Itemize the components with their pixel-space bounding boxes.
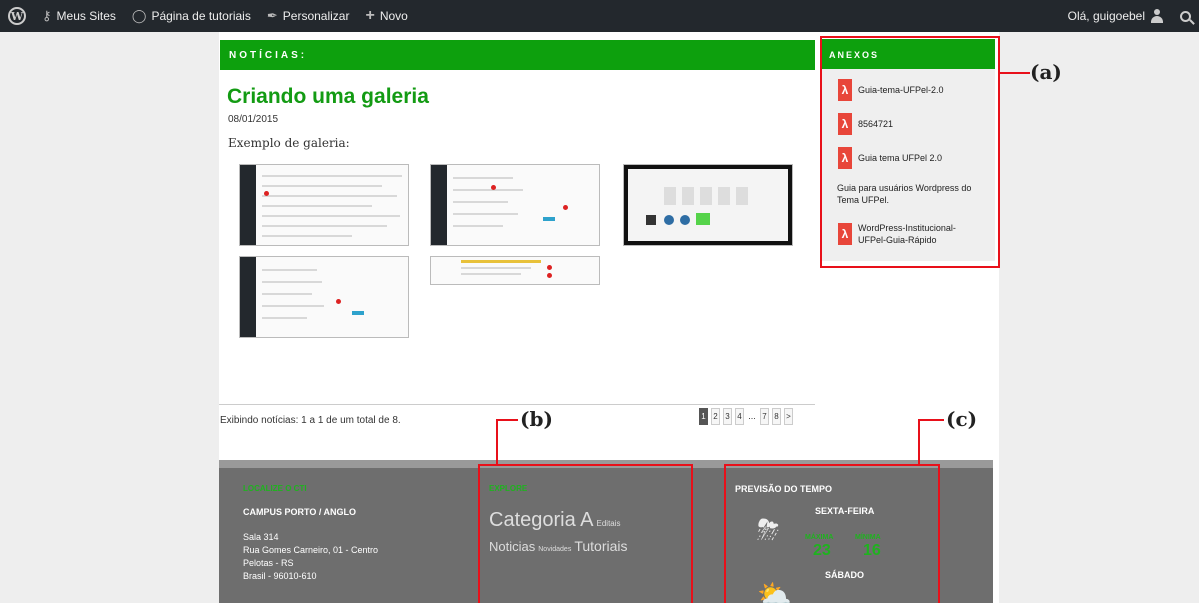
- key-icon: ⚷: [42, 8, 52, 23]
- page-button[interactable]: 4: [735, 408, 744, 425]
- page-button[interactable]: 7: [760, 408, 769, 425]
- pagination: 1 2 3 4 ... 7 8 >: [699, 408, 793, 425]
- annotation-leader-c: [918, 419, 944, 421]
- news-section-header: NOTÍCIAS:: [220, 40, 815, 70]
- pagination-info: Exibindo notícias: 1 a 1 de um total de …: [220, 415, 401, 426]
- page-button[interactable]: 3: [723, 408, 732, 425]
- avatar-icon: [1150, 9, 1164, 23]
- wordpress-menu[interactable]: W: [0, 0, 34, 32]
- dashboard-icon: ◯: [131, 8, 147, 23]
- annotation-box-a: [820, 36, 1000, 268]
- site-name-label: Página de tutoriais: [151, 9, 251, 23]
- annotation-leader-b: [496, 419, 498, 464]
- address-line: Pelotas - RS: [243, 558, 294, 568]
- location-header: LOCALIZE O CTI: [243, 484, 307, 493]
- address-line: Sala 314: [243, 532, 279, 542]
- account-menu[interactable]: Olá, guigoebel: [1060, 0, 1172, 32]
- gallery-thumbnail[interactable]: [623, 164, 793, 246]
- annotation-leader-b: [496, 419, 518, 421]
- post-date: 08/01/2015: [228, 114, 279, 125]
- page-button[interactable]: 1: [699, 408, 708, 425]
- customize-menu[interactable]: ✒ Personalizar: [259, 0, 358, 32]
- gallery-thumbnail[interactable]: [430, 256, 600, 285]
- greeting-label: Olá, guigoebel: [1067, 9, 1145, 23]
- search-icon: [1180, 10, 1191, 22]
- new-menu[interactable]: + Novo: [357, 0, 415, 32]
- gallery-thumbnail[interactable]: [430, 164, 600, 246]
- annotation-box-c: [724, 464, 940, 603]
- annotation-leader-c: [918, 419, 920, 464]
- annotation-box-b: [478, 464, 693, 603]
- plus-icon: +: [365, 7, 375, 24]
- annotation-label-b: (b): [520, 407, 553, 431]
- annotation-label-a: (a): [1030, 60, 1062, 84]
- pagination-divider: [219, 404, 815, 405]
- site-name-menu[interactable]: ◯ Página de tutoriais: [124, 0, 259, 32]
- search-button[interactable]: [1172, 0, 1199, 32]
- page-button[interactable]: 2: [711, 408, 720, 425]
- gallery-thumbnail[interactable]: [239, 256, 409, 338]
- admin-bar: W ⚷ Meus Sites ◯ Página de tutoriais ✒ P…: [0, 0, 1199, 32]
- annotation-leader-a: [1000, 72, 1030, 74]
- address-line: Rua Gomes Carneiro, 01 - Centro: [243, 545, 379, 555]
- wordpress-logo-icon: W: [8, 7, 26, 25]
- my-sites-menu[interactable]: ⚷ Meus Sites: [34, 0, 124, 32]
- post-title[interactable]: Criando uma galeria: [227, 85, 429, 109]
- post-excerpt: Exemplo de galeria:: [228, 136, 350, 150]
- gallery-thumbnail[interactable]: [239, 164, 409, 246]
- customize-label: Personalizar: [282, 9, 350, 23]
- address-line: Brasil - 96010-610: [243, 571, 317, 581]
- pagination-ellipsis: ...: [748, 411, 756, 421]
- next-page-button[interactable]: >: [784, 408, 793, 425]
- new-label: Novo: [379, 9, 408, 23]
- page-button[interactable]: 8: [772, 408, 781, 425]
- brush-icon: ✒: [266, 8, 278, 23]
- my-sites-label: Meus Sites: [56, 9, 116, 23]
- annotation-label-c: (c): [946, 407, 978, 431]
- campus-name: CAMPUS PORTO / ANGLO: [243, 507, 357, 517]
- location-widget: LOCALIZE O CTI CAMPUS PORTO / ANGLO Sala…: [243, 484, 378, 583]
